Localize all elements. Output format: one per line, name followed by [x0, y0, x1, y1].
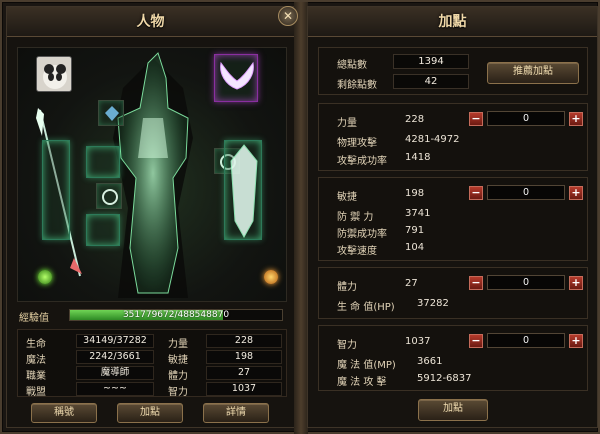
attack-success-value: 1418 — [405, 152, 431, 163]
wing-icon — [220, 61, 254, 90]
stat-label-hp: 生命 — [26, 339, 46, 350]
avatar-icon[interactable] — [36, 56, 72, 92]
vitality-points-input[interactable] — [487, 275, 565, 290]
stat-value-mp: 2242/3661 — [76, 350, 154, 364]
detail-button[interactable]: 詳情 — [203, 403, 269, 423]
defense-label: 防 禦 力 — [337, 212, 374, 223]
agility-value: 198 — [405, 188, 425, 199]
attr-value-agi: 198 — [206, 350, 282, 364]
stat-points-panel: 加點 總點數 1394 剩餘點數 42 推薦加點 力量 228 − + 物理攻擊… — [307, 6, 598, 428]
weapon-slot-left[interactable] — [42, 140, 70, 240]
strength-label: 力量 — [337, 118, 357, 129]
remaining-points-label: 剩餘點數 — [337, 80, 377, 91]
exp-value: 351779672/488548870 — [122, 310, 230, 320]
agility-points-input[interactable] — [487, 185, 565, 200]
mp-value: 3661 — [417, 356, 443, 367]
stat-value-hp: 34149/37282 — [76, 334, 154, 348]
agility-minus-button[interactable]: − — [469, 186, 483, 200]
attr-value-vit: 27 — [206, 366, 282, 380]
hp-label: 生 命 值(HP) — [337, 302, 395, 313]
vitality-plus-button[interactable]: + — [569, 276, 583, 290]
confirm-add-points-button[interactable]: 加點 — [418, 399, 488, 421]
magic-attack-value: 5912-6837 — [417, 373, 472, 384]
wing-slot[interactable] — [214, 54, 258, 102]
helmet-slot[interactable] — [98, 100, 124, 126]
vitality-label: 體力 — [337, 282, 357, 293]
exp-label: 經驗值 — [19, 313, 49, 324]
defense-success-label: 防禦成功率 — [337, 229, 387, 240]
equipment-area — [17, 47, 287, 302]
attr-label-str: 力量 — [168, 339, 188, 350]
points-summary: 總點數 1394 剩餘點數 42 推薦加點 — [318, 47, 588, 95]
character-window: 人物 經驗值 351779672/488548870 生命 34149/3728… — [0, 0, 600, 434]
character-stats: 生命 34149/37282 魔法 2242/3661 職業 魔導師 戰盟 ~~… — [17, 329, 287, 398]
stat-points-title: 加點 — [308, 7, 597, 37]
weapon-slot-right[interactable] — [224, 140, 262, 240]
physical-attack-label: 物理攻擊 — [337, 138, 377, 149]
vitality-minus-button[interactable]: − — [469, 276, 483, 290]
character-panel-title: 人物 — [7, 7, 294, 37]
strength-minus-button[interactable]: − — [469, 112, 483, 126]
attack-speed-label: 攻擊速度 — [337, 246, 377, 257]
strength-points-input[interactable] — [487, 111, 565, 126]
attack-speed-value: 104 — [405, 242, 425, 253]
exp-bar-row: 經驗值 351779672/488548870 — [17, 307, 287, 324]
intelligence-plus-button[interactable]: + — [569, 334, 583, 348]
ring-slot-left[interactable] — [96, 183, 122, 209]
magic-attack-label: 魔 法 攻 擊 — [337, 377, 387, 388]
ring-icon — [102, 189, 118, 205]
defense-success-value: 791 — [405, 225, 425, 236]
intelligence-group: 智力 1037 − + 魔 法 值(MP) 3661 魔 法 攻 擊 5912-… — [318, 325, 588, 391]
shield-icon — [230, 144, 258, 239]
glove-slot[interactable] — [86, 146, 120, 178]
mp-label: 魔 法 值(MP) — [337, 360, 396, 371]
agility-group: 敏捷 198 − + 防 禦 力 3741 防禦成功率 791 攻擊速度 104 — [318, 177, 588, 261]
stat-value-class: 魔導師 — [76, 366, 154, 380]
stat-label-mp: 魔法 — [26, 355, 46, 366]
strength-plus-button[interactable]: + — [569, 112, 583, 126]
character-panel: 人物 經驗值 351779672/488548870 生命 34149/3728… — [6, 6, 295, 428]
attr-label-agi: 敏捷 — [168, 355, 188, 366]
close-icon[interactable]: ✕ — [278, 6, 298, 26]
intelligence-minus-button[interactable]: − — [469, 334, 483, 348]
strength-value: 228 — [405, 114, 425, 125]
stat-label-class: 職業 — [26, 371, 46, 382]
strength-group: 力量 228 − + 物理攻擊 4281-4972 攻擊成功率 1418 — [318, 103, 588, 171]
intelligence-points-input[interactable] — [487, 333, 565, 348]
total-points-value: 1394 — [393, 54, 469, 69]
attack-success-label: 攻擊成功率 — [337, 156, 387, 167]
hp-value: 37282 — [417, 298, 449, 309]
attr-label-int: 智力 — [168, 387, 188, 398]
agility-label: 敏捷 — [337, 192, 357, 203]
title-button[interactable]: 稱號 — [31, 403, 97, 423]
vitality-group: 體力 27 − + 生 命 值(HP) 37282 — [318, 267, 588, 319]
stat-value-guild: ~~~ — [76, 382, 154, 396]
green-orb-icon[interactable] — [38, 270, 52, 284]
orange-orb-icon[interactable] — [264, 270, 278, 284]
panel-divider — [294, 2, 308, 434]
recommend-points-button[interactable]: 推薦加點 — [487, 62, 579, 84]
vitality-value: 27 — [405, 278, 418, 289]
attr-value-int: 1037 — [206, 382, 282, 396]
boots-slot[interactable] — [86, 214, 120, 246]
exp-bar: 351779672/488548870 — [69, 309, 283, 321]
defense-value: 3741 — [405, 208, 431, 219]
stat-label-guild: 戰盟 — [26, 387, 46, 398]
add-points-tab-button[interactable]: 加點 — [117, 403, 183, 423]
intelligence-label: 智力 — [337, 340, 357, 351]
physical-attack-value: 4281-4972 — [405, 134, 460, 145]
amulet-icon — [105, 106, 119, 121]
remaining-points-value: 42 — [393, 74, 469, 89]
intelligence-value: 1037 — [405, 336, 431, 347]
total-points-label: 總點數 — [337, 60, 367, 71]
attr-value-str: 228 — [206, 334, 282, 348]
attr-label-vit: 體力 — [168, 371, 188, 382]
agility-plus-button[interactable]: + — [569, 186, 583, 200]
